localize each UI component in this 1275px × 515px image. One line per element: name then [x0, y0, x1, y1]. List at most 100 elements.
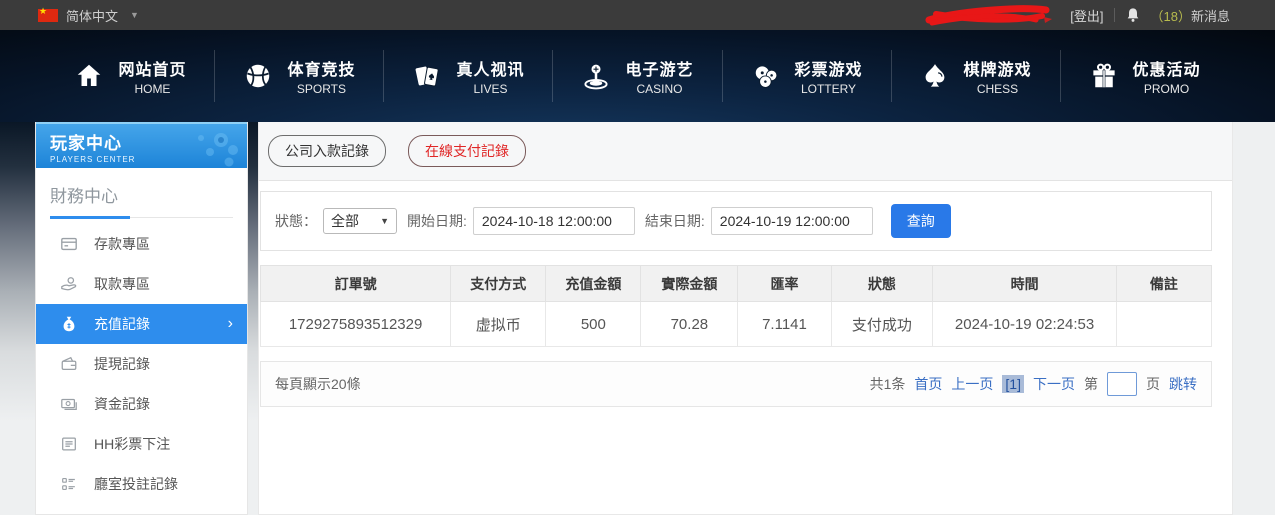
sidebar-item-recharge-records[interactable]: 充值記錄 › — [36, 304, 247, 344]
sidebar-item-room-bet-records[interactable]: 廳室投註記錄 — [36, 464, 247, 504]
col-recharge-amount: 充值金額 — [546, 266, 641, 302]
ticket-doc-icon — [60, 435, 78, 453]
col-order-number: 訂單號 — [261, 266, 451, 302]
record-tabs: 公司入款記錄 在線支付記錄 — [259, 122, 1232, 181]
list-icon — [60, 475, 78, 493]
lottery-balls-icon — [751, 61, 781, 91]
col-status: 狀態 — [831, 266, 933, 302]
nav-label-en: CASINO — [625, 82, 693, 96]
start-date-input[interactable] — [473, 207, 635, 235]
nav-item-sports[interactable]: 体育竞技SPORTS — [215, 50, 384, 102]
nav-label-zh: 体育竞技 — [287, 56, 355, 80]
sidebar-item-withdrawal-records[interactable]: 提現記錄 — [36, 344, 247, 384]
current-page-indicator: [1] — [1002, 375, 1024, 393]
cell-actual-amount: 70.28 — [641, 302, 738, 347]
banknote-icon — [60, 395, 78, 413]
cards-icon — [412, 61, 442, 91]
status-select-value: 全部 — [331, 211, 359, 231]
total-count: 共1条 — [870, 374, 906, 394]
nav-item-lottery[interactable]: 彩票游戏LOTTERY — [723, 50, 892, 102]
col-payment-method: 支付方式 — [451, 266, 546, 302]
jump-button[interactable]: 跳转 — [1169, 374, 1197, 394]
nav-item-chess[interactable]: 棋牌游戏 CHESS — [892, 50, 1061, 102]
language-label: 简体中文 — [66, 6, 118, 25]
prev-page-link[interactable]: 上一页 — [951, 374, 993, 394]
sidebar-item-hh-lottery-bets[interactable]: HH彩票下注 — [36, 424, 247, 464]
page-jump-input[interactable] — [1107, 372, 1137, 396]
tab-online-payment-records[interactable]: 在線支付記錄 — [408, 135, 526, 167]
finance-center-title: 財務中心 — [50, 182, 233, 218]
per-page-label: 每頁顯示20條 — [275, 374, 361, 394]
sidebar-item-label: 廳室投註記錄 — [94, 474, 178, 494]
nav-label-zh: 真人视讯 — [456, 56, 524, 80]
cell-exchange-rate: 7.1141 — [738, 302, 831, 347]
sidebar-item-label: 取款專區 — [94, 274, 150, 294]
start-date-label: 開始日期: — [407, 211, 467, 231]
filter-bar: 狀態： 全部 ▼ 開始日期: 結束日期: 查詢 — [260, 191, 1212, 251]
withdraw-hand-icon — [60, 275, 78, 293]
col-actual-amount: 實際金額 — [641, 266, 738, 302]
cell-time: 2024-10-19 02:24:53 — [933, 302, 1117, 347]
end-date-label: 結束日期: — [645, 211, 705, 231]
cell-remarks — [1116, 302, 1211, 347]
sidebar-item-label: 資金記錄 — [94, 394, 150, 414]
col-remarks: 備註 — [1116, 266, 1211, 302]
money-bag-icon — [60, 315, 78, 333]
topbar: 简体中文 ▼ [登出] （18）新消息 — [0, 0, 1275, 30]
nav-label-en: LIVES — [456, 82, 524, 96]
redaction-scribble — [924, 4, 1054, 26]
nav-label-en: LOTTERY — [795, 82, 863, 96]
gift-icon — [1089, 61, 1119, 91]
china-flag-icon — [38, 9, 58, 22]
messages-label[interactable]: 新消息 — [1191, 9, 1230, 24]
main-navigation: 网站首页 HOME 体育竞技SPORTS 真人视讯 LIVES 电子游艺 CASINO… — [0, 30, 1275, 122]
cell-payment-method: 虚拟币 — [451, 302, 546, 347]
end-date-input[interactable] — [711, 207, 873, 235]
sidebar-menu: 存款專區 取款專區 充值記錄 › 提現記錄 資金記錄 HH彩票下注 — [36, 224, 247, 504]
sidebar-item-label: 提現記錄 — [94, 354, 150, 374]
jump-suffix-label: 页 — [1146, 374, 1160, 394]
main-panel: 公司入款記錄 在線支付記錄 狀態： 全部 ▼ 開始日期: 結束日期: 查詢 — [258, 122, 1233, 515]
nav-label-zh: 棋牌游戏 — [964, 56, 1032, 80]
nav-label-en: CHESS — [964, 82, 1032, 96]
cell-order-number: 1729275893512329 — [261, 302, 451, 347]
nav-item-promo[interactable]: 优惠活动PROMO — [1061, 50, 1229, 102]
wallet-icon — [60, 355, 78, 373]
search-button[interactable]: 查詢 — [891, 204, 951, 238]
bell-icon[interactable] — [1125, 7, 1141, 23]
sidebar-item-label: HH彩票下注 — [94, 434, 170, 454]
nav-label-zh: 电子游艺 — [625, 56, 693, 80]
nav-label-en: PROMO — [1133, 82, 1201, 96]
sidebar-item-deposit[interactable]: 存款專區 — [36, 224, 247, 264]
sidebar-item-withdraw[interactable]: 取款專區 — [36, 264, 247, 304]
chevron-right-icon: › — [228, 315, 233, 333]
col-exchange-rate: 匯率 — [738, 266, 831, 302]
first-page-link[interactable]: 首页 — [914, 374, 942, 394]
nav-label-en: HOME — [118, 82, 186, 96]
records-table: 訂單號 支付方式 充值金額 實際金額 匯率 狀態 時間 備註 172927589… — [260, 265, 1212, 347]
sidebar-item-fund-records[interactable]: 資金記錄 — [36, 384, 247, 424]
language-switcher[interactable]: 简体中文 ▼ — [38, 6, 139, 25]
gamepad-decoration-icon — [177, 128, 241, 168]
nav-item-casino[interactable]: 电子游艺 CASINO — [553, 50, 722, 102]
nav-item-home[interactable]: 网站首页 HOME — [46, 50, 215, 102]
spade-icon — [920, 61, 950, 91]
logout-link[interactable]: [登出] — [1070, 6, 1103, 25]
topbar-divider — [1114, 8, 1115, 22]
nav-item-lives[interactable]: 真人视讯 LIVES — [384, 50, 553, 102]
cell-status: 支付成功 — [831, 302, 933, 347]
basketball-icon — [243, 61, 273, 91]
home-icon — [74, 61, 104, 91]
deposit-card-icon — [60, 235, 78, 253]
status-label: 狀態： — [275, 211, 317, 231]
next-page-link[interactable]: 下一页 — [1033, 374, 1075, 394]
table-row: 1729275893512329 虚拟币 500 70.28 7.1141 支付… — [261, 302, 1212, 347]
status-select[interactable]: 全部 ▼ — [323, 208, 397, 234]
cell-recharge-amount: 500 — [546, 302, 641, 347]
chevron-down-icon: ▼ — [380, 216, 389, 226]
sidebar: 玩家中心 PLAYERS CENTER 財務中心 存款專區 取款專區 充值記錄 — [35, 122, 248, 515]
nav-label-zh: 网站首页 — [118, 56, 186, 80]
sidebar-header: 玩家中心 PLAYERS CENTER — [36, 122, 247, 168]
tab-company-deposit-records[interactable]: 公司入款記錄 — [268, 135, 386, 167]
joystick-icon — [581, 61, 611, 91]
